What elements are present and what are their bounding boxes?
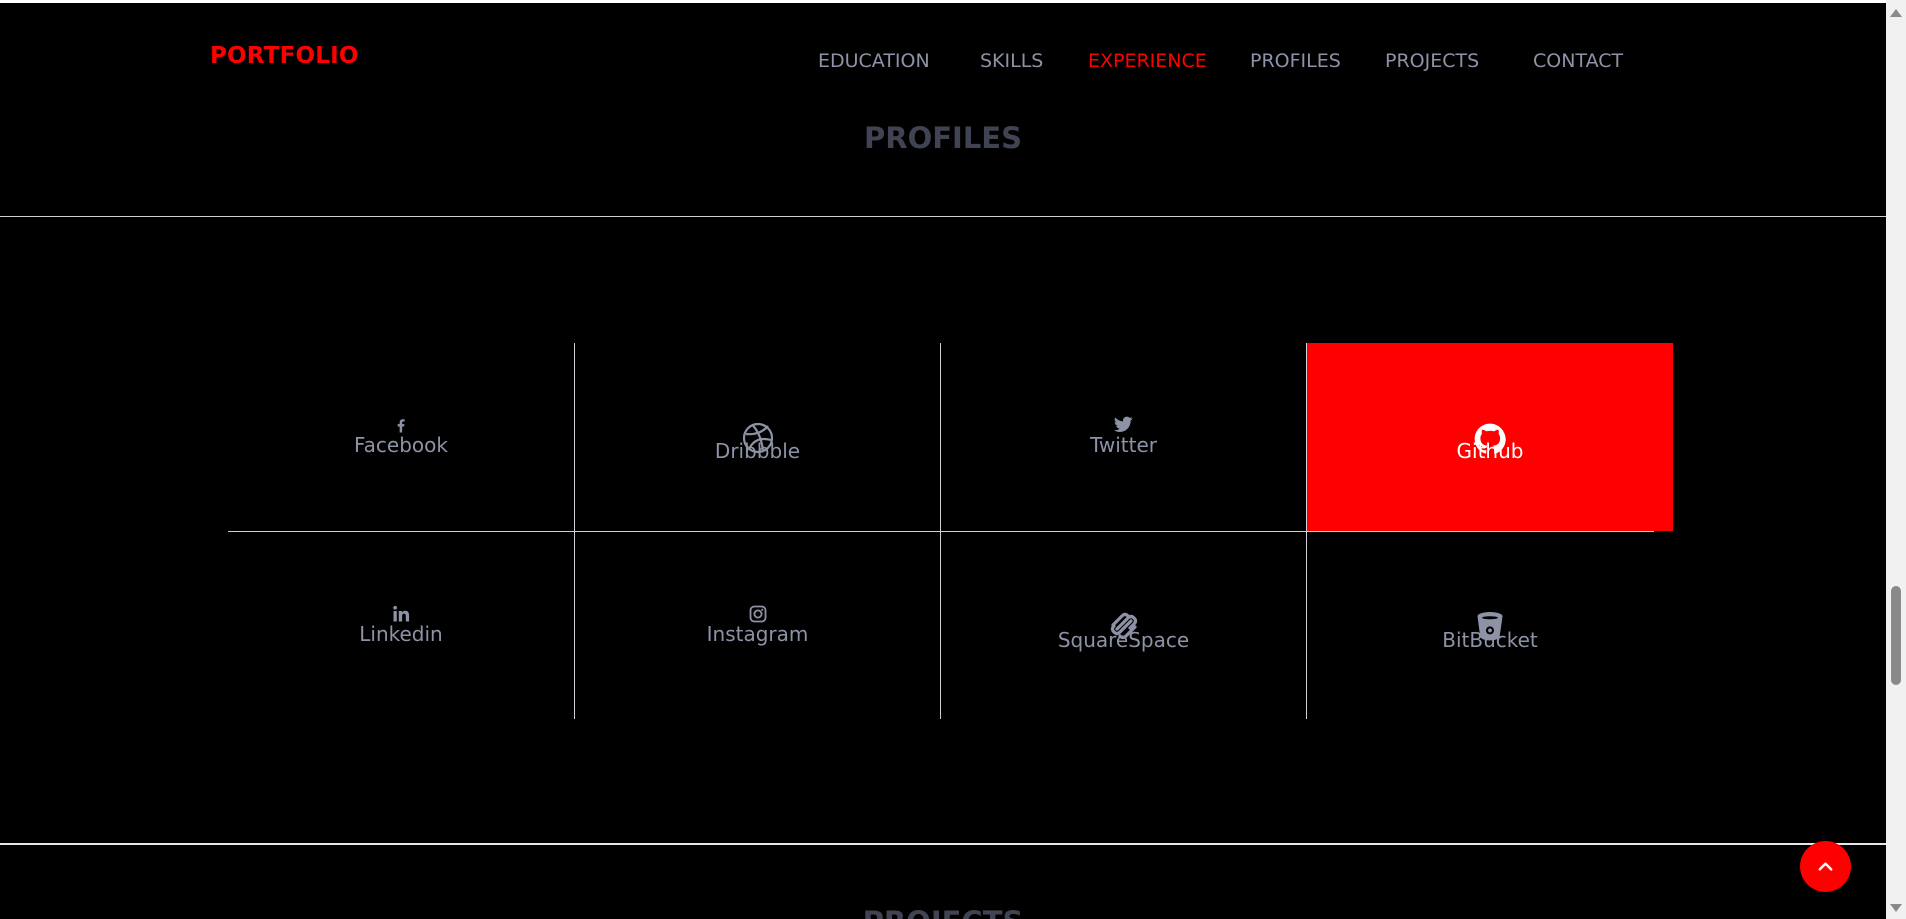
section-divider [0, 216, 1886, 217]
brand-logo[interactable]: PORTFOLIO [210, 43, 359, 69]
profile-card-instagram[interactable]: Instagram [575, 532, 940, 720]
profile-card-bitbucket[interactable]: BitBucket [1307, 532, 1673, 720]
profile-card-squarespace[interactable]: SquareSpace [941, 532, 1306, 720]
profile-label: BitBucket [1442, 628, 1538, 652]
top-navbar: PORTFOLIO EDUCATION SKILLS EXPERIENCE PR… [0, 3, 1886, 113]
nav-item-profiles[interactable]: PROFILES [1250, 50, 1341, 72]
nav-item-projects[interactable]: PROJECTS [1385, 50, 1479, 72]
nav-item-contact[interactable]: CONTACT [1533, 50, 1623, 72]
profile-card-github[interactable]: Github [1307, 343, 1673, 531]
profile-card-linkedin[interactable]: Linkedin [228, 532, 574, 720]
chevron-up-icon [1818, 862, 1833, 871]
profile-label: Facebook [354, 433, 448, 457]
scroll-up-arrow-icon[interactable] [1890, 9, 1902, 17]
twitter-icon [941, 416, 1306, 433]
scroll-down-arrow-icon[interactable] [1890, 904, 1902, 912]
section-title: PROFILES [863, 121, 1022, 155]
facebook-icon [228, 416, 574, 434]
profile-label: SquareSpace [1057, 628, 1190, 652]
page-viewport: PORTFOLIO EDUCATION SKILLS EXPERIENCE PR… [0, 3, 1886, 919]
nav-item-skills[interactable]: SKILLS [980, 50, 1043, 72]
nav-item-education[interactable]: EDUCATION [818, 50, 930, 72]
back-to-top-button[interactable] [1800, 841, 1851, 892]
grid-divider [228, 531, 1654, 532]
profiles-grid: Facebook Dribbble Twitter Github Linkedi… [228, 343, 1673, 719]
profile-label: Github [1456, 439, 1524, 463]
profile-label: Instagram [706, 622, 809, 646]
section-divider [0, 843, 1886, 845]
next-section-title: PROJECTS [0, 905, 1886, 919]
scrollbar-thumb[interactable] [1891, 586, 1901, 685]
instagram-icon [575, 605, 940, 623]
profile-card-twitter[interactable]: Twitter [941, 343, 1306, 531]
vertical-scrollbar[interactable] [1886, 0, 1906, 919]
linkedin-icon [228, 605, 574, 623]
profile-card-dribbble[interactable]: Dribbble [575, 343, 940, 531]
nav-item-experience[interactable]: EXPERIENCE [1088, 50, 1207, 72]
profile-label: Linkedin [359, 622, 443, 646]
profile-label: Twitter [1089, 433, 1158, 457]
profile-label: Dribbble [714, 439, 801, 463]
profile-card-facebook[interactable]: Facebook [228, 343, 574, 531]
